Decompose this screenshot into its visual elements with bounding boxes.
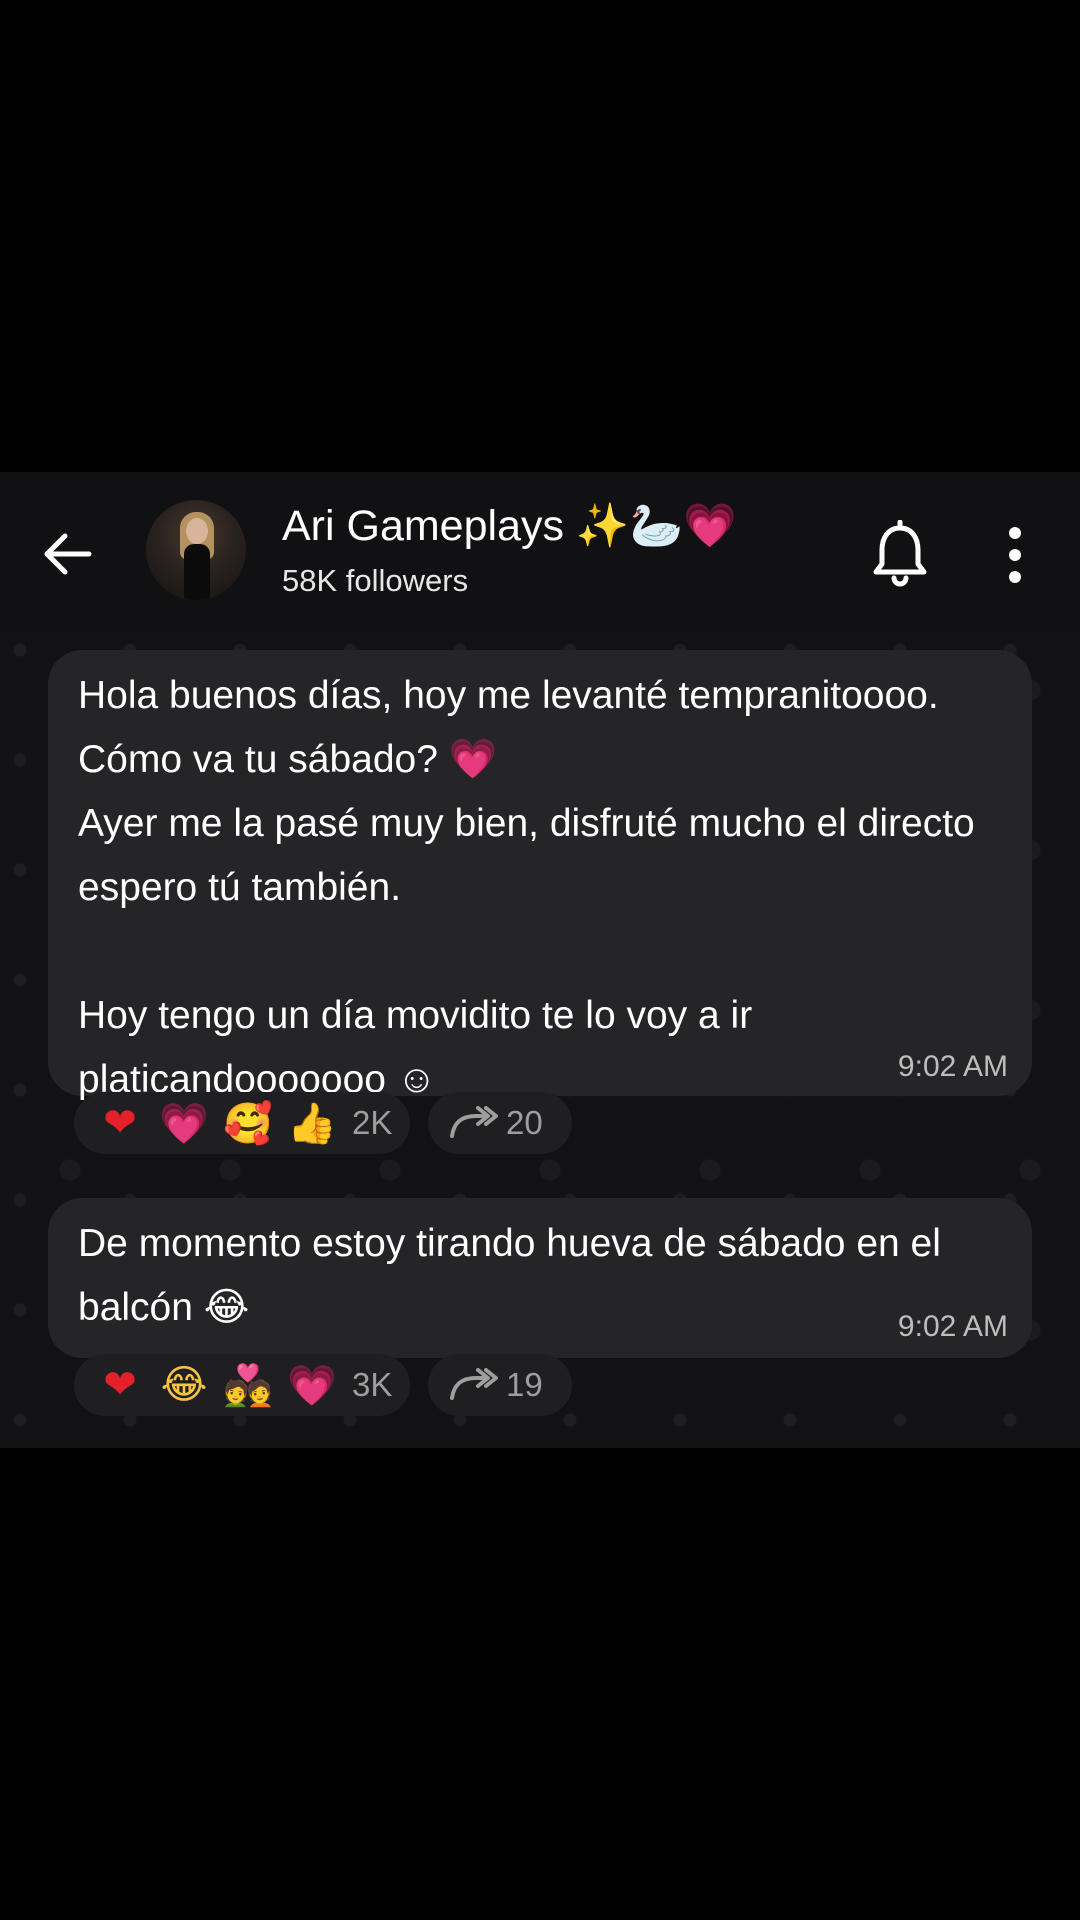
reaction-count: 2K <box>352 1104 393 1141</box>
thumbs-up-reaction[interactable]: 👍 <box>280 1100 344 1147</box>
reaction-count: 3K <box>352 1366 393 1403</box>
more-vertical-icon <box>1009 527 1021 583</box>
message-text: Hola buenos días, hoy me levanté tempran… <box>78 674 975 1101</box>
couple-reaction[interactable]: 💑 <box>216 1362 280 1409</box>
back-button[interactable] <box>36 522 100 586</box>
pink-heart-reaction[interactable]: 💗 <box>280 1362 344 1409</box>
message-text: De momento estoy tirando hueva de sábado… <box>78 1222 952 1329</box>
reactions-bar[interactable]: ❤ 💗 🥰 👍 2K <box>74 1092 410 1154</box>
pink-heart-reaction[interactable]: 💗 <box>152 1100 216 1147</box>
channel-screen: Ari Gameplays ✨🦢💗 58K followers Hola bue… <box>0 472 1080 1448</box>
laughing-tears-reaction[interactable]: 😂 <box>152 1362 216 1408</box>
channel-avatar[interactable] <box>146 500 246 600</box>
message-list[interactable]: Hola buenos días, hoy me levanté tempran… <box>0 630 1080 1448</box>
red-heart-reaction[interactable]: ❤ <box>88 1100 152 1146</box>
reactions-bar[interactable]: ❤ 😂 💑 💗 3K <box>74 1354 410 1416</box>
forward-arrow-icon <box>450 1368 498 1400</box>
smiling-hearts-reaction[interactable]: 🥰 <box>216 1100 280 1147</box>
forward-button[interactable]: 20 <box>428 1092 572 1154</box>
avatar-face <box>186 518 208 544</box>
more-options-button[interactable] <box>990 520 1040 590</box>
forward-count: 20 <box>506 1104 543 1141</box>
forward-button[interactable]: 19 <box>428 1354 572 1416</box>
mute-button[interactable] <box>868 519 932 590</box>
message-time: 9:02 AM <box>897 1050 1008 1083</box>
message-bubble[interactable]: Hola buenos días, hoy me levanté tempran… <box>48 650 1032 1101</box>
bell-icon <box>873 519 927 587</box>
message-time: 9:02 AM <box>897 1310 1008 1343</box>
avatar-body <box>184 544 210 600</box>
red-heart-reaction[interactable]: ❤ <box>88 1362 152 1408</box>
forward-arrow-icon <box>450 1106 498 1138</box>
message-bubble[interactable]: De momento estoy tirando hueva de sábado… <box>48 1198 1032 1358</box>
arrow-left-icon <box>44 533 92 575</box>
channel-header: Ari Gameplays ✨🦢💗 58K followers <box>0 472 1080 630</box>
forward-count: 19 <box>506 1366 543 1403</box>
followers-count: 58K followers <box>282 563 469 598</box>
channel-title[interactable]: Ari Gameplays ✨🦢💗 <box>282 500 737 552</box>
